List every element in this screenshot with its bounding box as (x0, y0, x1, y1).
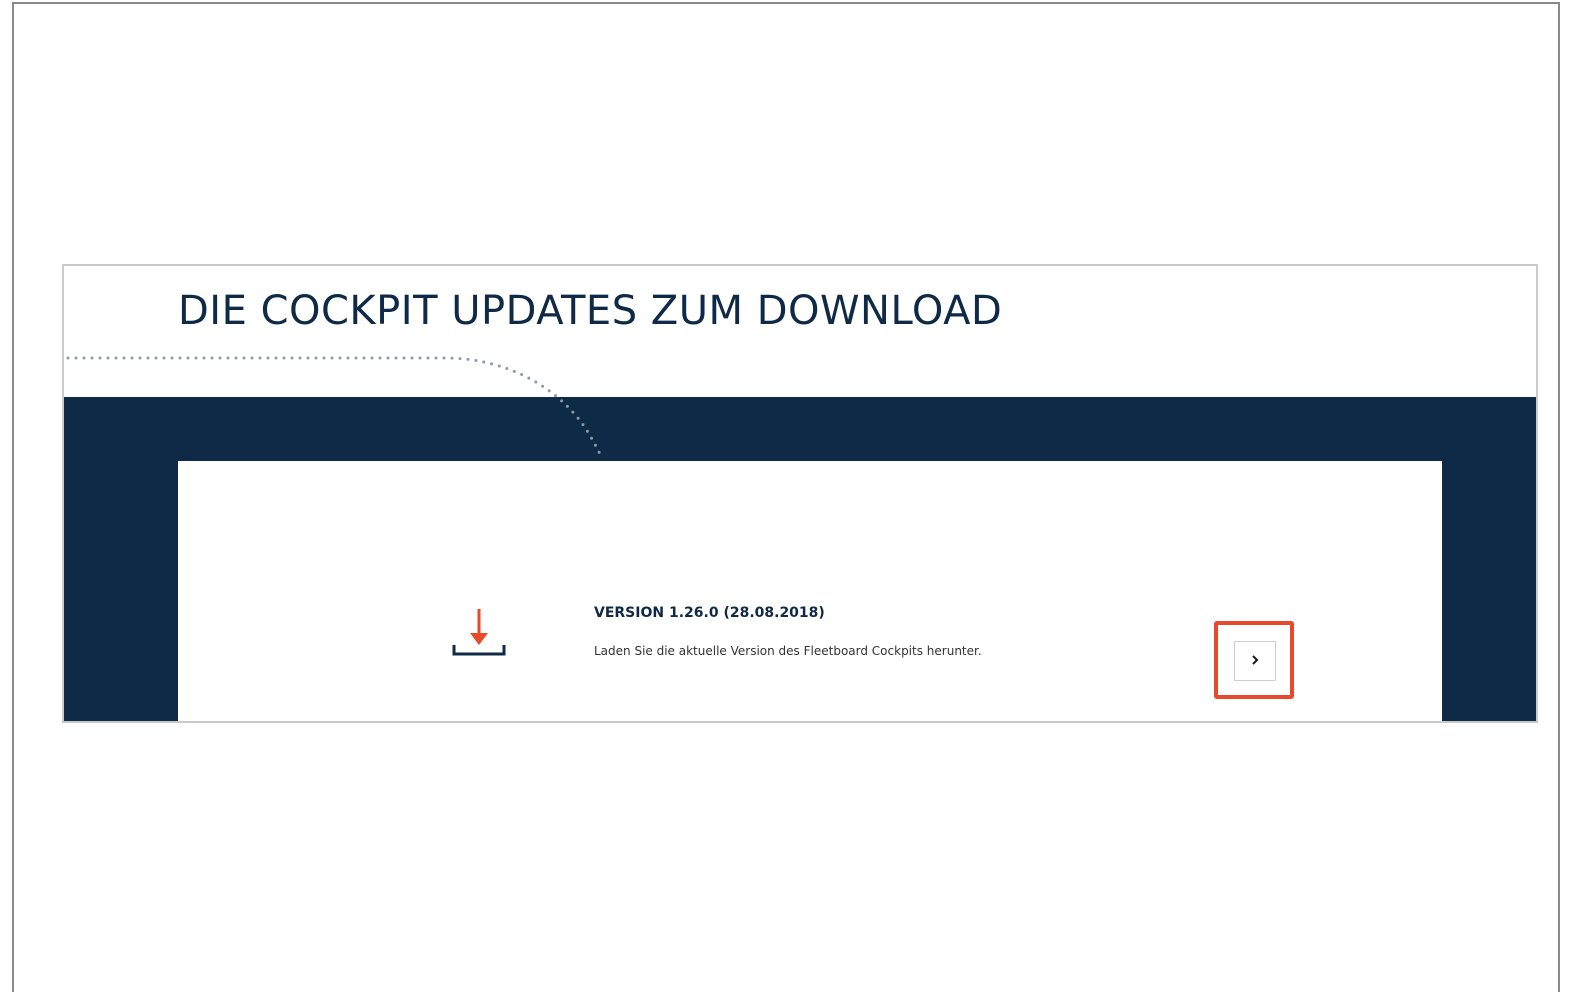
version-description: Laden Sie die aktuelle Version des Fleet… (594, 644, 982, 658)
page-frame: DIE COCKPIT UPDATES ZUM DOWNLOAD VERSION… (12, 2, 1560, 992)
section-title: DIE COCKPIT UPDATES ZUM DOWNLOAD (178, 288, 1003, 334)
chevron-right-icon (1250, 654, 1260, 669)
download-next-button[interactable] (1234, 641, 1276, 681)
highlight-frame (1214, 621, 1294, 699)
download-icon (452, 609, 506, 659)
navy-background-band: VERSION 1.26.0 (28.08.2018) Laden Sie di… (64, 397, 1536, 721)
version-title: VERSION 1.26.0 (28.08.2018) (594, 605, 825, 621)
cockpit-updates-section: DIE COCKPIT UPDATES ZUM DOWNLOAD VERSION… (62, 264, 1538, 723)
download-card: VERSION 1.26.0 (28.08.2018) Laden Sie di… (178, 461, 1442, 721)
